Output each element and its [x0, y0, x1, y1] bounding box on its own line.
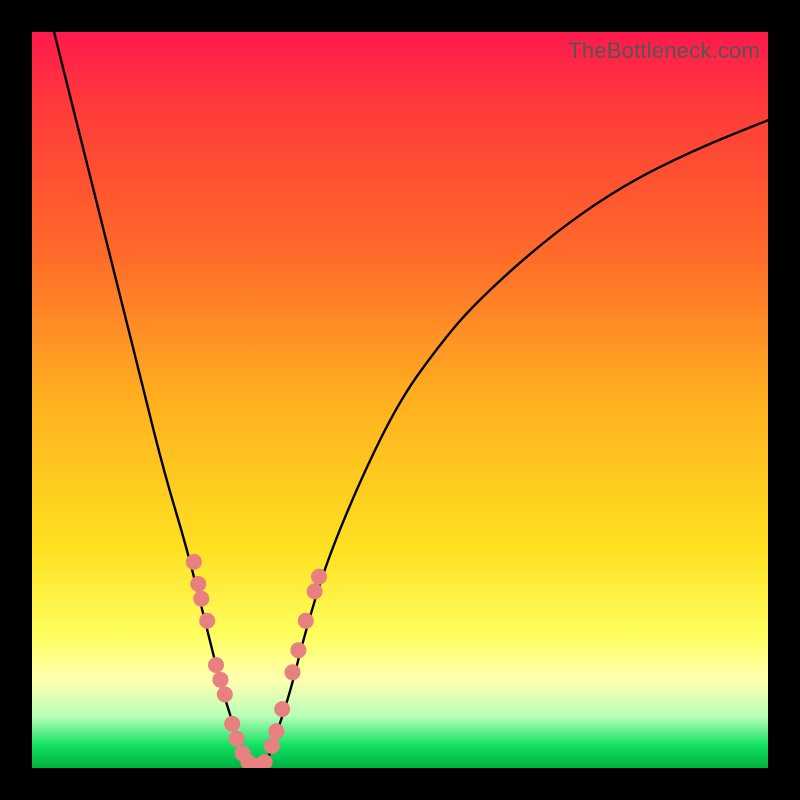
curve-svg [32, 32, 768, 768]
curve-marker [274, 701, 290, 717]
plot-area: TheBottleneck.com [32, 32, 768, 768]
marker-group [186, 554, 327, 768]
chart-frame: TheBottleneck.com [0, 0, 800, 800]
curve-marker [224, 716, 240, 732]
curve-marker [268, 723, 284, 739]
curve-marker [264, 738, 280, 754]
curve-marker [199, 613, 215, 629]
curve-marker [290, 642, 306, 658]
curve-marker [193, 591, 209, 607]
bottleneck-curve [54, 32, 768, 768]
curve-marker [311, 569, 327, 585]
curve-marker [285, 664, 301, 680]
curve-marker [208, 657, 224, 673]
curve-marker [186, 554, 202, 570]
curve-marker [257, 754, 273, 768]
curve-marker [298, 613, 314, 629]
curve-marker [212, 672, 228, 688]
curve-marker [190, 576, 206, 592]
curve-marker [217, 686, 233, 702]
curve-marker [229, 731, 245, 747]
curve-marker [307, 583, 323, 599]
